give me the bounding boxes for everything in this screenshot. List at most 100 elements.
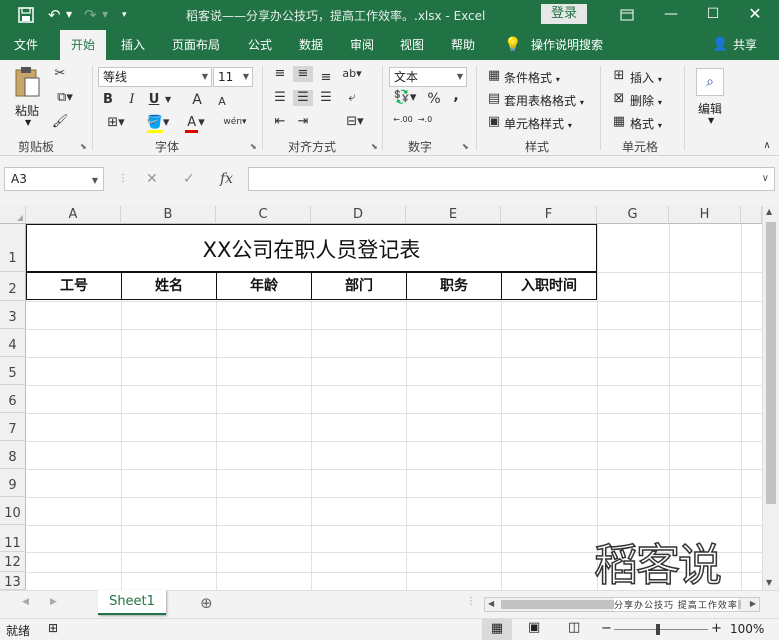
tab-file[interactable]: 文件 — [14, 30, 38, 60]
align-bottom-icon[interactable]: ≡ — [316, 70, 336, 86]
header-cell[interactable]: 年龄 — [216, 272, 312, 300]
header-cell[interactable]: 工号 — [26, 272, 122, 300]
tab-review[interactable]: 审阅 — [350, 30, 374, 60]
decrease-indent-icon[interactable]: ⇤ — [270, 114, 290, 130]
login-button[interactable]: 登录 — [541, 4, 587, 24]
zoom-level[interactable]: 100% — [730, 622, 764, 636]
font-name-select[interactable]: 等线 ▼ — [98, 67, 212, 87]
lightbulb-icon[interactable]: 💡 — [504, 30, 521, 60]
align-top-icon[interactable]: ≡ — [270, 66, 290, 82]
sheet-tab-sheet1[interactable]: Sheet1 — [98, 590, 166, 615]
italic-button[interactable]: I — [125, 92, 139, 108]
font-size-select[interactable]: 11 ▼ — [213, 67, 253, 87]
font-launcher-icon[interactable]: ⬊ — [250, 142, 257, 151]
cut-icon[interactable]: ✂ — [50, 66, 70, 82]
accounting-format-icon[interactable]: 💱▾ — [390, 90, 420, 106]
tab-view[interactable]: 视图 — [400, 30, 424, 60]
row-header[interactable]: 1 — [0, 224, 26, 272]
conditional-format-button[interactable]: 条件格式 ▾ — [504, 69, 560, 86]
increase-indent-icon[interactable]: ⇥ — [293, 114, 313, 130]
scroll-right-icon[interactable]: ▶ — [750, 599, 756, 608]
add-sheet-icon[interactable]: ⊕ — [200, 594, 213, 612]
sheet-title-cell[interactable]: XX公司在职人员登记表 — [26, 224, 597, 272]
scroll-down-icon[interactable]: ▼ — [766, 578, 772, 587]
comma-button[interactable]: , — [450, 88, 462, 104]
redo-dropdown-icon[interactable]: ▼ — [102, 0, 108, 30]
orientation-button[interactable]: ab▾ — [340, 66, 364, 82]
row-header[interactable]: 9 — [0, 469, 26, 497]
row-header[interactable]: 7 — [0, 413, 26, 441]
scroll-left-icon[interactable]: ◀ — [488, 599, 494, 608]
shrink-font-button[interactable]: A — [216, 94, 228, 110]
grow-font-button[interactable]: A — [190, 92, 204, 108]
delete-cells-button[interactable]: 删除 ▾ — [630, 92, 662, 109]
clipboard-launcher-icon[interactable]: ⬊ — [80, 142, 87, 151]
column-header[interactable]: F — [501, 206, 597, 224]
format-cells-button[interactable]: 格式 ▾ — [630, 115, 662, 132]
format-as-table-button[interactable]: 套用表格格式 ▾ — [504, 92, 584, 109]
row-header[interactable]: 12 — [0, 552, 26, 572]
header-cell[interactable]: 姓名 — [121, 272, 217, 300]
zoom-slider-thumb[interactable] — [656, 624, 660, 635]
align-center-icon[interactable]: ☰ — [293, 90, 313, 106]
h-scroll-thumb[interactable] — [501, 600, 741, 609]
tab-page-layout[interactable]: 页面布局 — [172, 30, 220, 60]
share-icon[interactable]: 👤 — [712, 30, 728, 60]
font-color-button[interactable]: A ▾ — [180, 115, 210, 133]
tab-split-handle[interactable]: ⋮ — [466, 596, 476, 607]
customize-icon[interactable]: ▾ — [122, 0, 127, 30]
fill-color-icon[interactable]: 🪣▾ — [143, 115, 173, 133]
tab-data[interactable]: 数据 — [299, 30, 323, 60]
page-break-view-icon[interactable]: ◫ — [568, 620, 580, 635]
ribbon-display-icon[interactable] — [612, 0, 642, 30]
row-header[interactable]: 5 — [0, 357, 26, 385]
zoom-in-button[interactable]: + — [711, 621, 722, 636]
format-painter-icon[interactable]: 🖌 — [50, 114, 70, 130]
decrease-decimal-button[interactable]: →.0 — [414, 115, 436, 124]
align-middle-icon[interactable]: ≡ — [293, 66, 313, 82]
restore-icon[interactable]: ☐ — [698, 0, 728, 30]
column-header[interactable]: C — [216, 206, 311, 224]
vertical-scrollbar[interactable]: ▲ ▼ — [762, 206, 779, 590]
horizontal-scrollbar[interactable]: ◀ ▶ — [484, 597, 760, 612]
name-box[interactable]: A3 ▼ — [4, 167, 104, 191]
editing-search-icon[interactable]: ⌕ — [696, 68, 724, 96]
editing-dropdown-icon[interactable]: ▼ — [708, 116, 714, 125]
column-header[interactable]: A — [26, 206, 121, 224]
zoom-slider[interactable] — [614, 624, 708, 635]
close-icon[interactable]: ✕ — [740, 0, 770, 30]
paste-label[interactable]: 粘贴 — [15, 102, 39, 119]
column-header[interactable]: G — [597, 206, 669, 224]
row-header[interactable]: 3 — [0, 301, 26, 329]
scroll-up-icon[interactable]: ▲ — [766, 207, 772, 216]
row-header[interactable]: 2 — [0, 272, 26, 301]
row-header[interactable]: 10 — [0, 497, 26, 525]
prev-sheet-icon[interactable]: ◀ — [22, 597, 29, 607]
header-cell[interactable]: 入职时间 — [501, 272, 597, 300]
column-header[interactable]: E — [406, 206, 501, 224]
align-left-icon[interactable]: ☰ — [270, 90, 290, 106]
undo-dropdown-icon[interactable]: ▼ — [66, 0, 72, 30]
alignment-launcher-icon[interactable]: ⬊ — [371, 142, 378, 151]
underline-dropdown-icon[interactable]: ▼ — [165, 92, 171, 108]
paste-dropdown-icon[interactable]: ▼ — [25, 118, 31, 127]
number-format-select[interactable]: 文本 ▼ — [389, 67, 467, 87]
wrap-text-icon[interactable]: ⤶ — [340, 90, 364, 106]
cell-styles-button[interactable]: 单元格样式 ▾ — [504, 115, 572, 132]
collapse-ribbon-icon[interactable]: ∧ — [760, 138, 774, 154]
undo-icon[interactable]: ↶ — [48, 0, 61, 30]
column-header[interactable]: B — [121, 206, 216, 224]
editing-label[interactable]: 编辑 — [698, 100, 722, 117]
save-icon[interactable] — [18, 0, 34, 30]
percent-button[interactable]: % — [426, 91, 442, 107]
page-layout-view-icon[interactable]: ▣ — [528, 620, 540, 635]
phonetic-button[interactable]: wén▾ — [220, 114, 250, 130]
worksheet-grid[interactable]: ◢ A B C D E F G H 1 2 3 4 5 6 7 8 9 10 1… — [0, 206, 779, 590]
cancel-entry-icon[interactable]: ✕ — [146, 167, 158, 191]
tab-help[interactable]: 帮助 — [451, 30, 475, 60]
tab-formulas[interactable]: 公式 — [248, 30, 272, 60]
row-header[interactable]: 11 — [0, 525, 26, 552]
expand-formula-icon[interactable]: ∨ — [762, 173, 769, 184]
scroll-thumb[interactable] — [766, 222, 776, 504]
column-header[interactable]: H — [669, 206, 741, 224]
